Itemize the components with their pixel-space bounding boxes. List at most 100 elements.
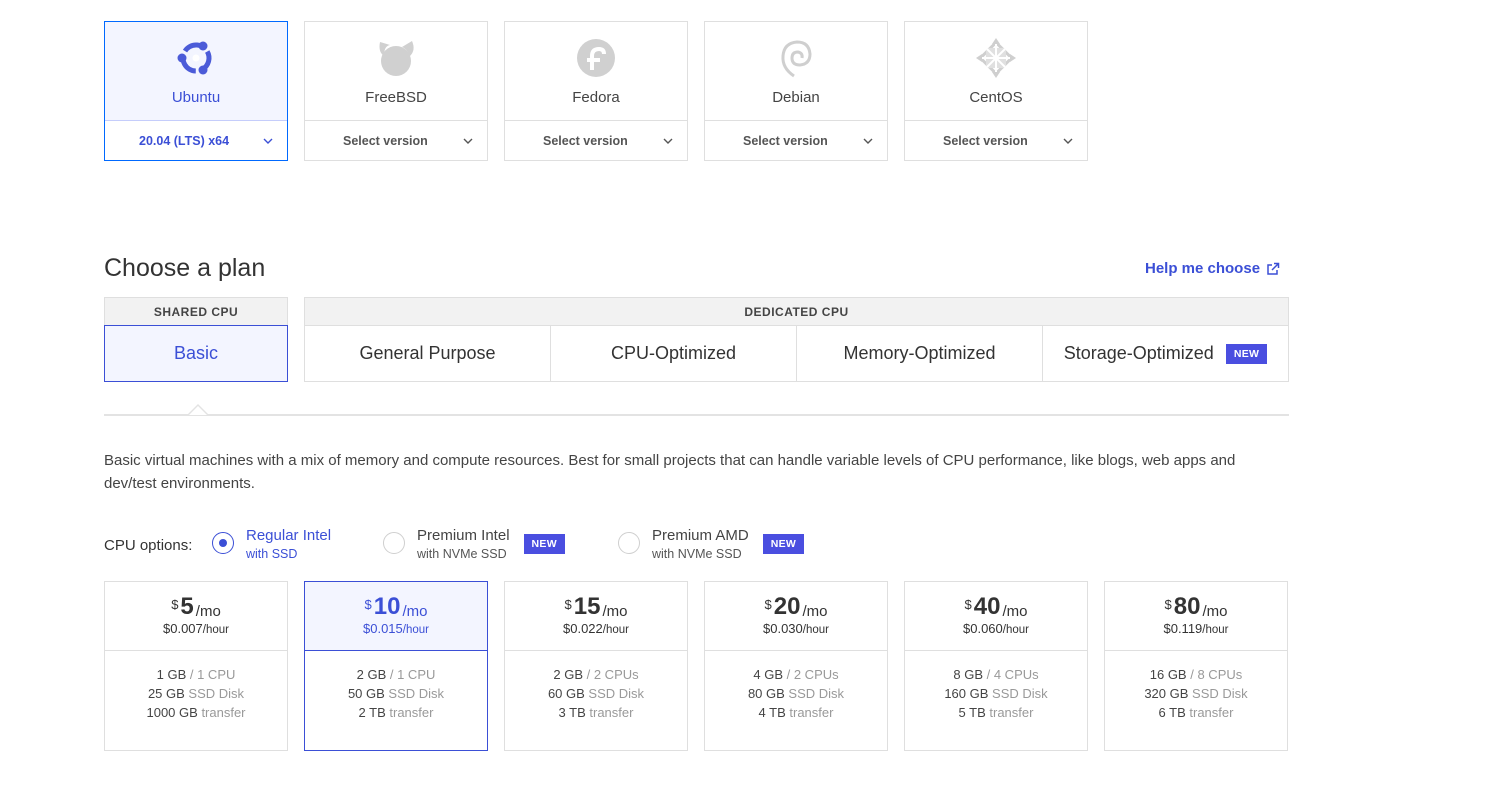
disk-size: 25 GB: [147, 686, 185, 701]
currency: $: [1164, 597, 1172, 612]
new-badge: NEW: [1225, 343, 1268, 364]
radio-button[interactable]: [383, 532, 405, 554]
version-select[interactable]: Select version: [705, 121, 887, 160]
cpu-count: / 1 CPU: [389, 667, 436, 682]
transfer-unit: transfer: [989, 705, 1034, 720]
tab-general-purpose[interactable]: General Purpose: [305, 326, 551, 381]
price-period: /mo: [602, 603, 628, 620]
os-card-ubuntu[interactable]: Ubuntu 20.04 (LTS) x64: [104, 21, 288, 161]
tab-memory-optimized[interactable]: Memory-Optimized: [797, 326, 1043, 381]
price-card-15[interactable]: $ 15 /mo $0.022/hour 2 GB / 2 CPUs 60 GB…: [504, 581, 688, 751]
price-header: $ 20 /mo $0.030/hour: [705, 582, 887, 651]
distribution-list: Ubuntu 20.04 (LTS) x64 FreeBSD Select ve…: [104, 21, 1088, 161]
hourly-amount: $0.022: [563, 621, 603, 636]
shared-cpu-group: SHARED CPU Basic: [104, 297, 288, 382]
radio-button[interactable]: [618, 532, 640, 554]
os-card-freebsd[interactable]: FreeBSD Select version: [304, 21, 488, 161]
memory: 2 GB: [553, 667, 583, 682]
price-card-20[interactable]: $ 20 /mo $0.030/hour 4 GB / 2 CPUs 80 GB…: [704, 581, 888, 751]
option-main: Premium AMD: [652, 527, 749, 544]
monthly-price: $ 10 /mo: [365, 593, 428, 621]
os-card-centos[interactable]: CentOS Select version: [904, 21, 1088, 161]
price-header: $ 15 /mo $0.022/hour: [505, 582, 687, 651]
radio-button[interactable]: [212, 532, 234, 554]
transfer-unit: transfer: [201, 705, 246, 720]
memory-cpu: 1 GB / 1 CPU: [157, 667, 236, 682]
price-card-40[interactable]: $ 40 /mo $0.060/hour 8 GB / 4 CPUs 160 G…: [904, 581, 1088, 751]
version-select[interactable]: 20.04 (LTS) x64: [105, 121, 287, 160]
option-main: Regular Intel: [246, 527, 332, 544]
tab-storage-optimized[interactable]: Storage-Optimized NEW: [1043, 326, 1288, 381]
currency: $: [171, 597, 179, 612]
specs: 2 GB / 1 CPU 50 GB SSD Disk 2 TB transfe…: [305, 651, 487, 750]
version-select[interactable]: Select version: [905, 121, 1087, 160]
memory: 2 GB: [356, 667, 387, 682]
os-card-top: FreeBSD: [305, 22, 487, 121]
monthly-price: $ 15 /mo: [565, 594, 628, 621]
chevron-down-icon: [1063, 138, 1073, 144]
memory-cpu: 2 GB / 2 CPUs: [553, 667, 638, 682]
version-label: 20.04 (LTS) x64: [139, 133, 230, 148]
cpu-option-regular-intel[interactable]: Regular Intel with SSD: [212, 527, 331, 561]
hourly-price: $0.007/hour: [163, 621, 229, 636]
hourly-price: $0.015/hour: [363, 621, 429, 636]
os-card-fedora[interactable]: Fedora Select version: [504, 21, 688, 161]
hourly-price: $0.060/hour: [963, 621, 1029, 636]
disk-type: SSD Disk: [588, 686, 645, 701]
os-card-top: Debian: [705, 22, 887, 121]
transfer: 5 TB transfer: [959, 705, 1034, 720]
tab-label: General Purpose: [359, 343, 496, 363]
cpu-option-premium-amd[interactable]: Premium AMD with NVMe SSD NEW: [618, 527, 805, 561]
price-card-5[interactable]: $ 5 /mo $0.007/hour 1 GB / 1 CPU 25 GB S…: [104, 581, 288, 751]
chevron-down-icon: [863, 138, 873, 144]
price-card-10[interactable]: $ 10 /mo $0.015/hour 2 GB / 1 CPU 50 GB …: [304, 581, 488, 751]
disk-type: SSD Disk: [788, 686, 845, 701]
hour-unit: /hour: [202, 624, 229, 636]
tab-cpu-optimized[interactable]: CPU-Optimized: [551, 326, 797, 381]
price-header: $ 5 /mo $0.007/hour: [105, 582, 287, 651]
hour-unit: /hour: [602, 624, 629, 636]
cpu-option-premium-intel[interactable]: Premium Intel with NVMe SSD NEW: [383, 527, 565, 561]
hourly-amount: $0.015: [363, 621, 403, 636]
option-sub: with SSD: [246, 547, 298, 561]
specs: 1 GB / 1 CPU 25 GB SSD Disk 1000 GB tran…: [105, 651, 287, 750]
version-select[interactable]: Select version: [305, 121, 487, 160]
memory: 4 GB: [753, 667, 783, 682]
transfer-unit: transfer: [589, 705, 634, 720]
price-period: /mo: [1002, 603, 1028, 620]
help-me-choose-link[interactable]: Help me choose: [1145, 260, 1280, 277]
cpu-count: / 2 CPUs: [586, 667, 639, 682]
plan-title: Choose a plan: [104, 254, 266, 282]
os-name: CentOS: [969, 89, 1023, 106]
tab-label: Storage-Optimized: [1063, 343, 1214, 363]
price-card-80[interactable]: $ 80 /mo $0.119/hour 16 GB / 8 CPUs 320 …: [1104, 581, 1288, 751]
version-label: Select version: [743, 133, 828, 148]
hourly-amount: $0.119: [1163, 621, 1203, 636]
currency: $: [964, 597, 972, 612]
disk: 50 GB SSD Disk: [348, 686, 444, 701]
hour-unit: /hour: [802, 624, 829, 636]
cpu-count: / 4 CPUs: [986, 667, 1039, 682]
transfer-amount: 5 TB: [958, 705, 986, 720]
os-card-debian[interactable]: Debian Select version: [704, 21, 888, 161]
monthly-price: $ 20 /mo: [765, 593, 828, 621]
disk-size: 50 GB: [347, 686, 385, 701]
hour-unit: /hour: [1202, 624, 1229, 636]
price-header: $ 10 /mo $0.015/hour: [305, 582, 487, 651]
cpu-options-label: CPU options:: [104, 537, 193, 554]
version-select[interactable]: Select version: [505, 121, 687, 160]
hour-unit: /hour: [1002, 624, 1029, 636]
transfer-unit: transfer: [1189, 705, 1234, 720]
disk: 25 GB SSD Disk: [148, 686, 244, 701]
price-amount: 20: [773, 593, 801, 620]
transfer-amount: 6 TB: [1158, 705, 1186, 720]
option-sub: with NVMe SSD: [652, 547, 742, 561]
os-card-top: CentOS: [905, 22, 1087, 121]
tab-basic[interactable]: Basic: [104, 325, 288, 382]
memory-cpu: 2 GB / 1 CPU: [357, 667, 436, 682]
price-period: /mo: [195, 603, 221, 620]
specs: 4 GB / 2 CPUs 80 GB SSD Disk 4 TB transf…: [705, 651, 887, 750]
price-amount: 10: [373, 593, 401, 620]
disk-size: 60 GB: [547, 686, 585, 701]
specs: 8 GB / 4 CPUs 160 GB SSD Disk 5 TB trans…: [905, 651, 1087, 750]
